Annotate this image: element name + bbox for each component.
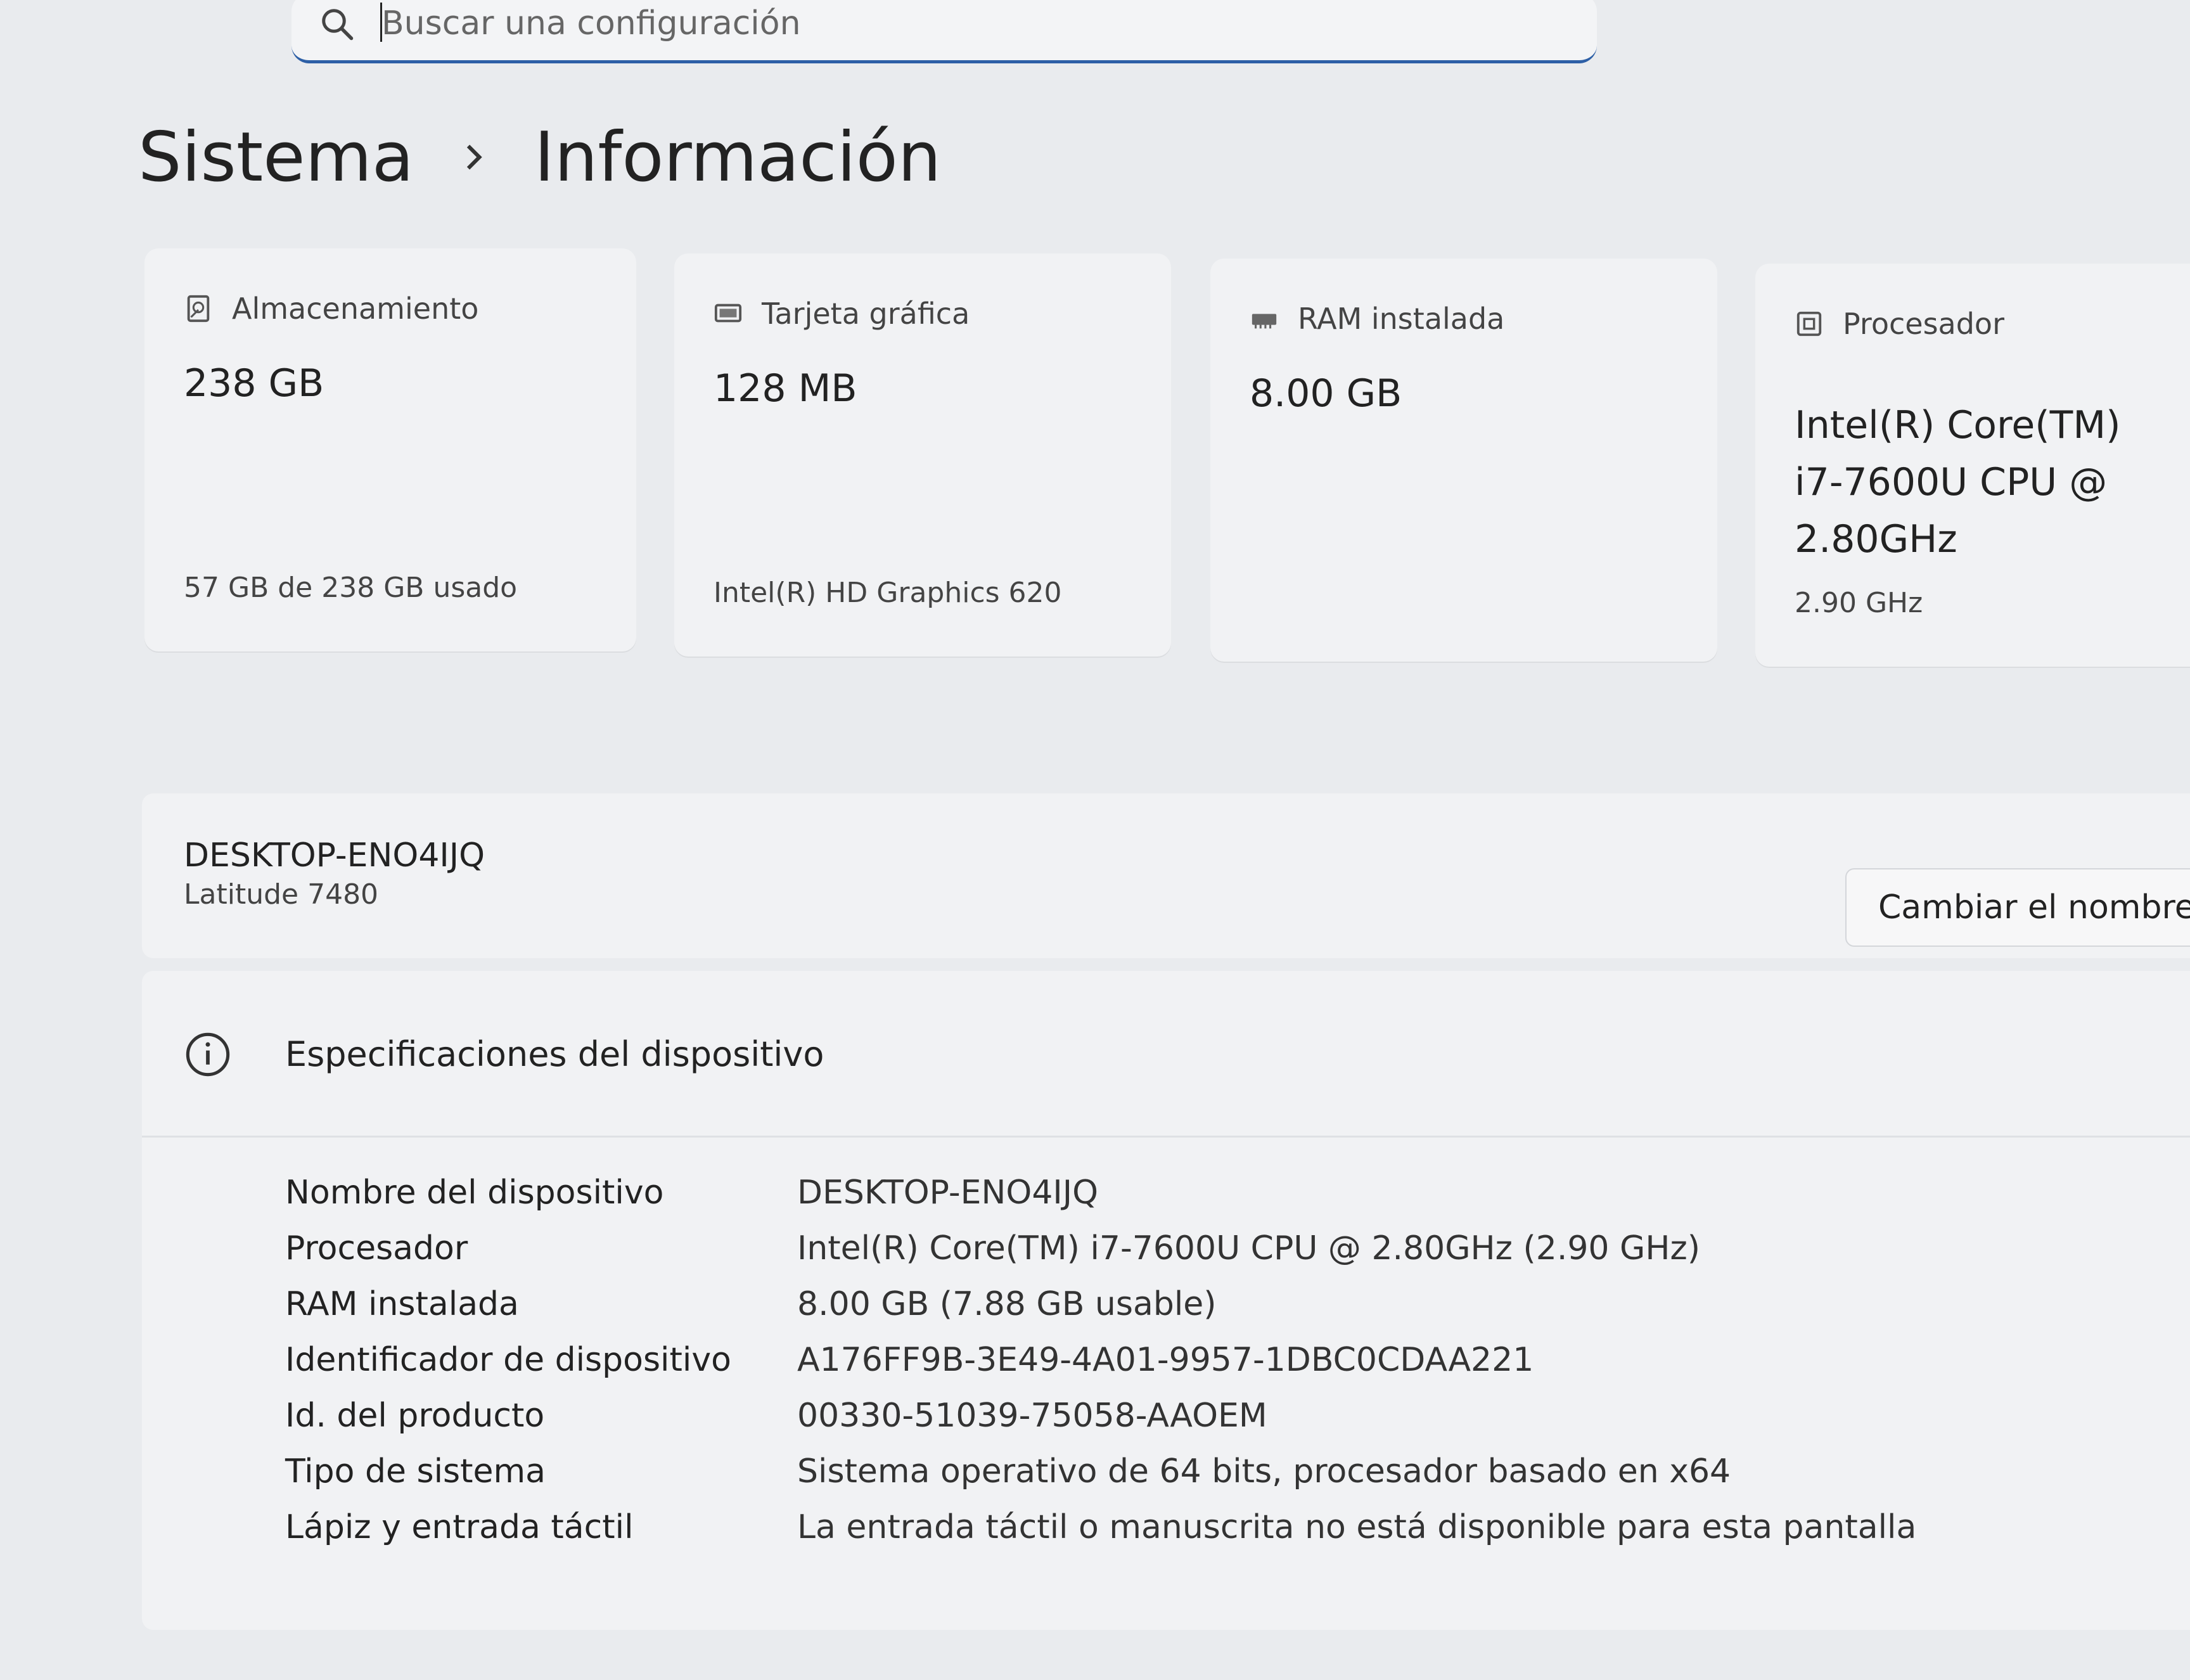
spec-value: Intel(R) Core(TM) i7-7600U CPU @ 2.80GHz… bbox=[797, 1229, 1701, 1267]
breadcrumb: Sistema Información bbox=[138, 113, 941, 202]
storage-icon bbox=[187, 295, 210, 323]
search-input[interactable] bbox=[380, 0, 1523, 48]
card-label: RAM instalada bbox=[1298, 302, 1505, 336]
spec-value: A176FF9B-3E49-4A01-9957-1DBC0CDAA221 bbox=[797, 1341, 1534, 1379]
processor-card[interactable]: Procesador Intel(R) Core(TM) i7-7600U CP… bbox=[1755, 264, 2190, 667]
spec-value: 8.00 GB (7.88 GB usable) bbox=[797, 1285, 1217, 1323]
chevron-right-icon bbox=[466, 144, 482, 170]
spec-row: RAM instalada 8.00 GB (7.88 GB usable) bbox=[285, 1285, 1916, 1341]
text-caret bbox=[380, 3, 382, 42]
specifications-list: Nombre del dispositivo DESKTOP-ENO4IJQ P… bbox=[285, 1174, 1916, 1564]
spec-row: Lápiz y entrada táctil La entrada táctil… bbox=[285, 1508, 1916, 1564]
card-subtext: Intel(R) HD Graphics 620 bbox=[714, 577, 1062, 609]
ram-card[interactable]: RAM instalada 8.00 GB bbox=[1210, 259, 1717, 662]
spec-key: Nombre del dispositivo bbox=[285, 1174, 664, 1212]
card-value: 128 MB bbox=[714, 366, 857, 411]
card-subtext: 2.90 GHz bbox=[1795, 587, 1923, 619]
rename-button[interactable]: Cambiar el nombre bbox=[1845, 868, 2190, 947]
spec-value: DESKTOP-ENO4IJQ bbox=[797, 1174, 1099, 1212]
specifications-title: Especificaciones del dispositivo bbox=[285, 1034, 824, 1074]
device-model: Latitude 7480 bbox=[184, 878, 379, 911]
card-value: 8.00 GB bbox=[1250, 371, 1402, 416]
search-icon bbox=[322, 9, 354, 41]
spec-key: Id. del producto bbox=[285, 1397, 545, 1435]
graphics-card-icon bbox=[714, 304, 742, 323]
spec-row: Identificador de dispositivo A176FF9B-3E… bbox=[285, 1341, 1916, 1397]
search-box[interactable] bbox=[291, 0, 1597, 63]
info-icon bbox=[186, 1032, 230, 1077]
device-specifications-panel: Especificaciones del dispositivo Nombre … bbox=[142, 971, 2190, 1630]
spec-row: Tipo de sistema Sistema operativo de 64 … bbox=[285, 1452, 1916, 1508]
spec-key: Lápiz y entrada táctil bbox=[285, 1508, 634, 1546]
spec-key: Identificador de dispositivo bbox=[285, 1341, 731, 1379]
device-name-panel: DESKTOP-ENO4IJQ Latitude 7480 Cambiar el… bbox=[142, 793, 2190, 958]
graphics-card[interactable]: Tarjeta gráfica 128 MB Intel(R) HD Graph… bbox=[674, 253, 1171, 657]
card-label: Almacenamiento bbox=[232, 292, 479, 326]
page-title: Información bbox=[534, 117, 942, 197]
card-subtext: 57 GB de 238 GB usado bbox=[184, 572, 518, 604]
device-name: DESKTOP-ENO4IJQ bbox=[184, 837, 485, 875]
spec-row: Id. del producto 00330-51039-75058-AAOEM bbox=[285, 1397, 1916, 1452]
spec-value: Sistema operativo de 64 bits, procesador… bbox=[797, 1452, 1731, 1491]
spec-key: RAM instalada bbox=[285, 1285, 519, 1323]
card-value: 238 GB bbox=[184, 361, 324, 406]
spec-value: 00330-51039-75058-AAOEM bbox=[797, 1397, 1267, 1435]
spec-value: La entrada táctil o manuscrita no está d… bbox=[797, 1508, 1917, 1546]
ram-icon bbox=[1252, 314, 1277, 329]
processor-icon bbox=[1796, 311, 1822, 337]
card-label: Procesador bbox=[1843, 307, 2004, 341]
breadcrumb-parent[interactable]: Sistema bbox=[138, 118, 414, 197]
spec-key: Tipo de sistema bbox=[285, 1452, 546, 1491]
card-value: Intel(R) Core(TM) i7-7600U CPU @ 2.80GHz bbox=[1795, 403, 2121, 561]
spec-row: Procesador Intel(R) Core(TM) i7-7600U CP… bbox=[285, 1229, 1916, 1285]
storage-card[interactable]: Almacenamiento 238 GB 57 GB de 238 GB us… bbox=[144, 248, 636, 651]
card-label: Tarjeta gráfica bbox=[762, 297, 970, 331]
spec-key: Procesador bbox=[285, 1229, 468, 1267]
spec-row: Nombre del dispositivo DESKTOP-ENO4IJQ bbox=[285, 1174, 1916, 1229]
specifications-header[interactable]: Especificaciones del dispositivo bbox=[142, 971, 2190, 1138]
